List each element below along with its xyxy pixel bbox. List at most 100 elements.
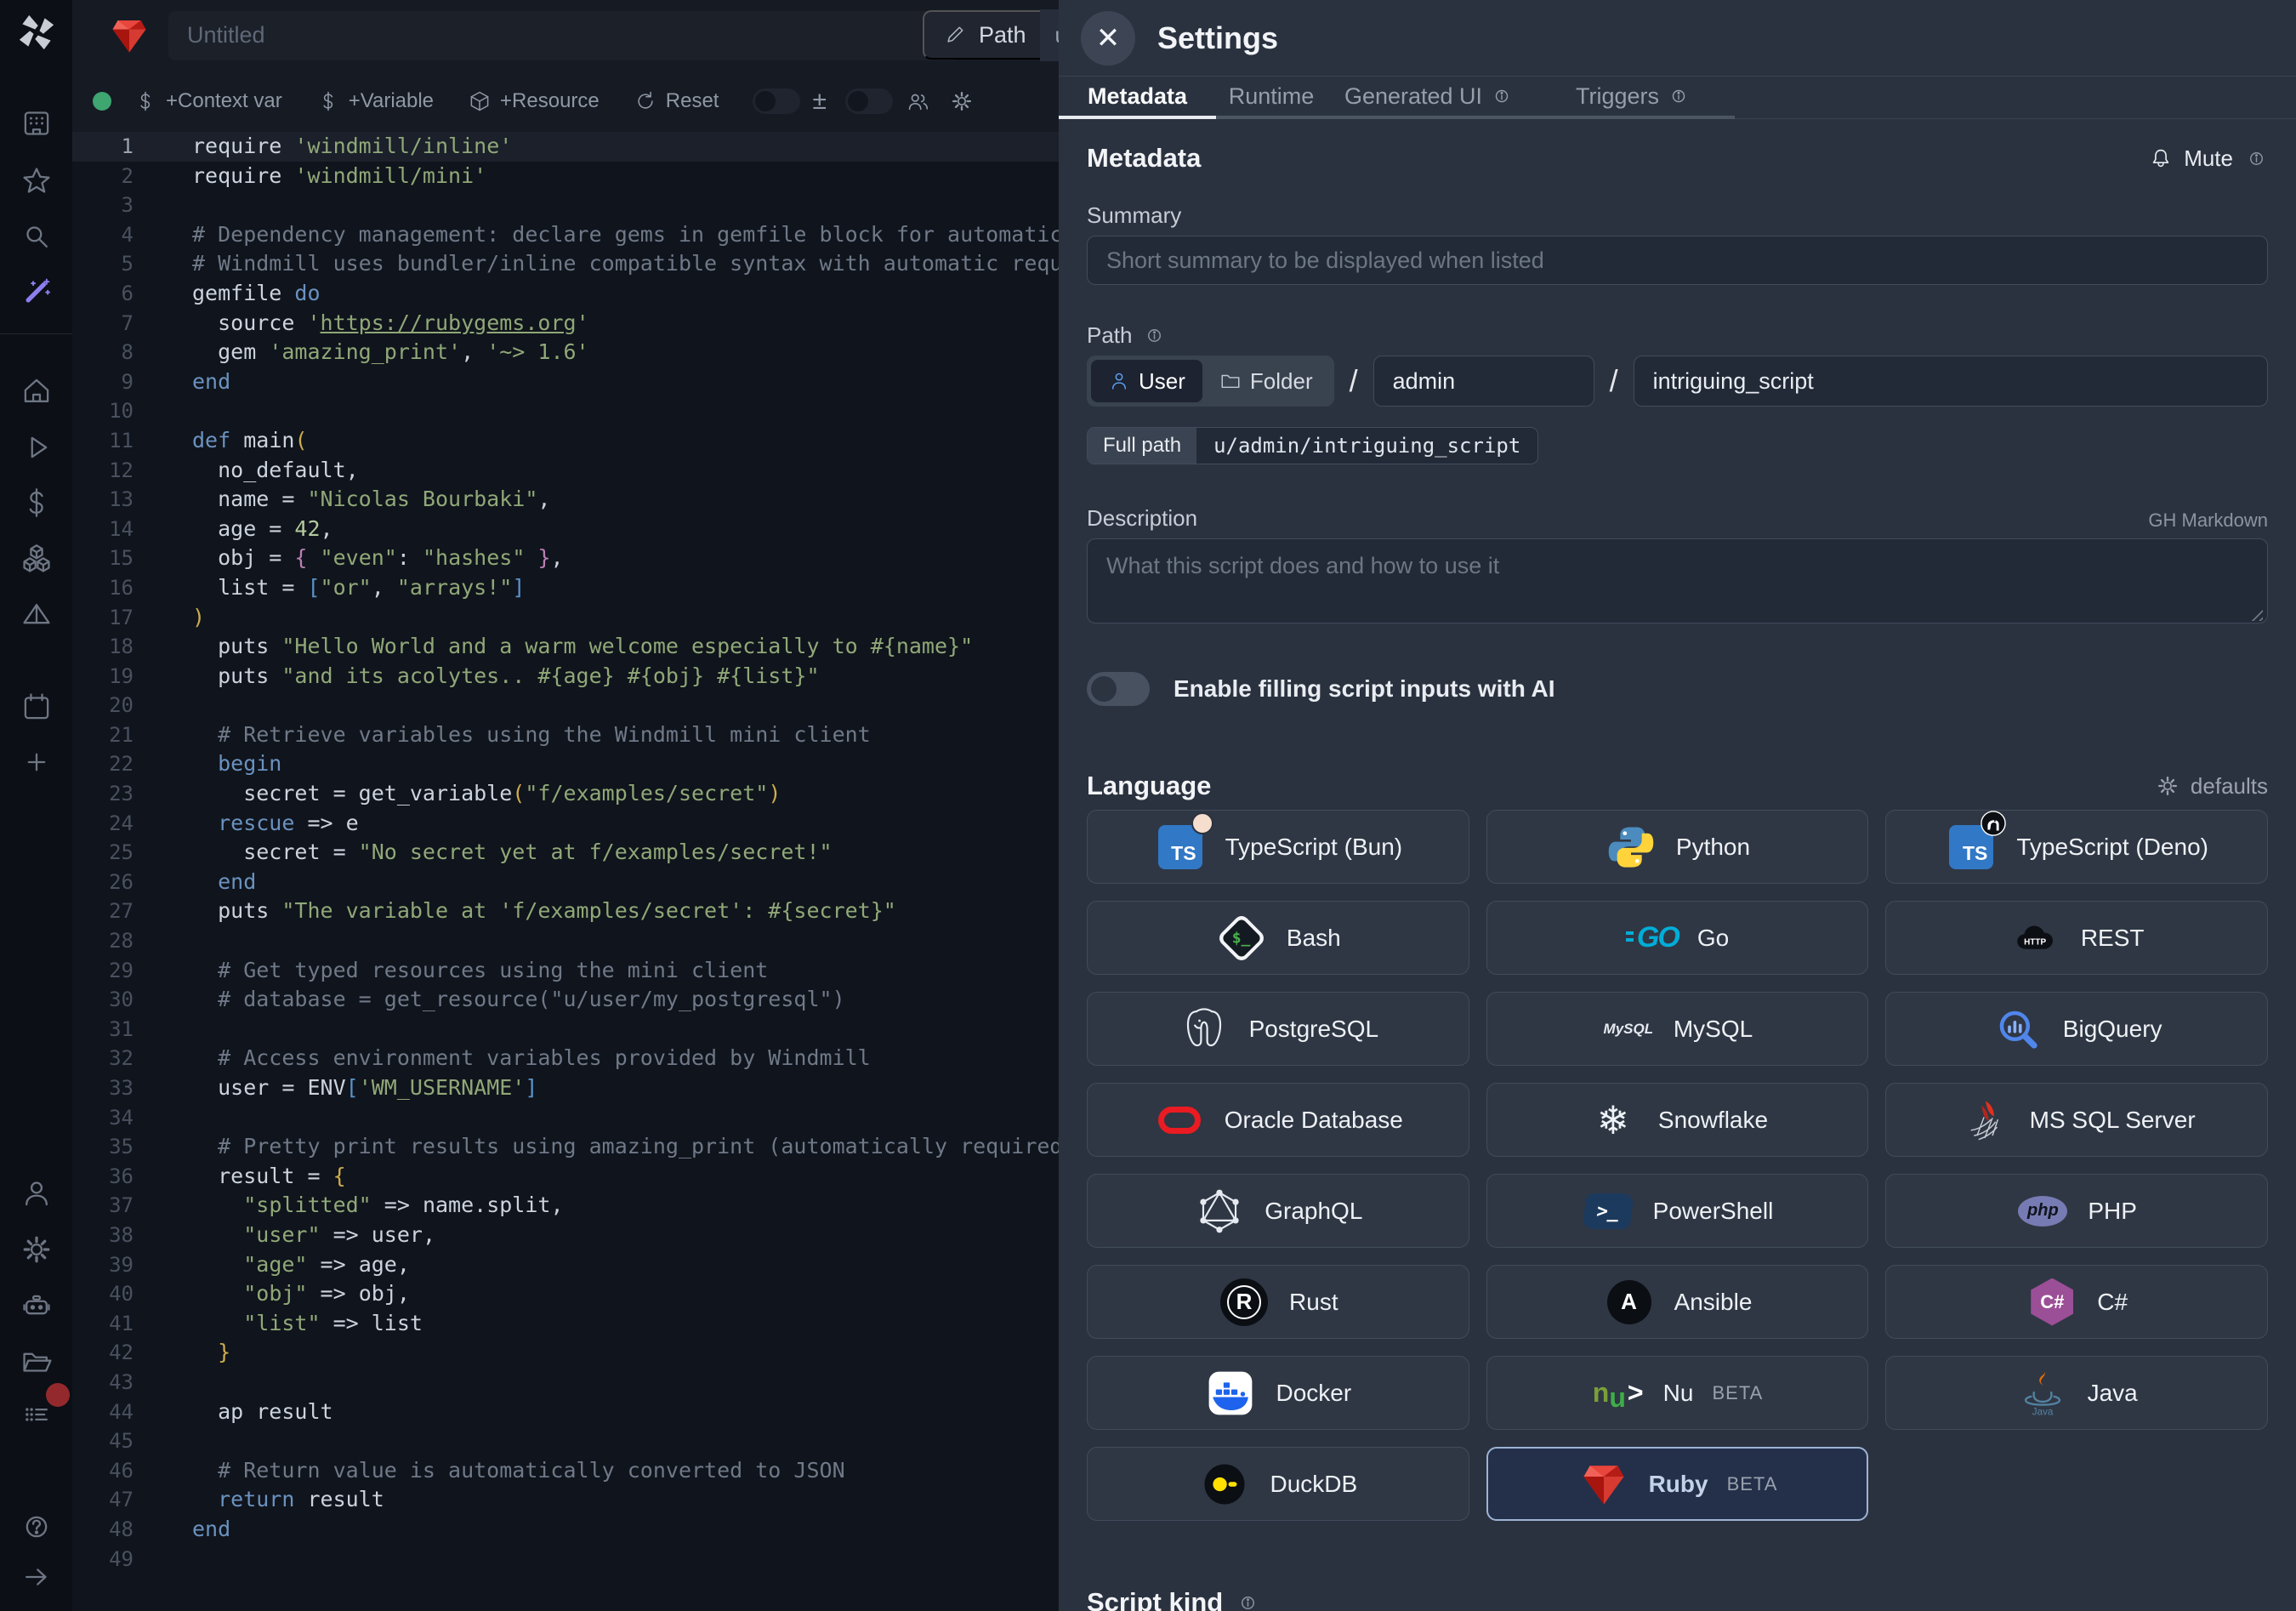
code-line[interactable]: 13 name = "Nicolas Bourbaki", bbox=[72, 485, 1059, 515]
tab-metadata[interactable]: Metadata bbox=[1059, 77, 1216, 119]
code-line[interactable]: 23 secret = get_variable("f/examples/sec… bbox=[72, 779, 1059, 809]
language-card-powershell[interactable]: >_PowerShell bbox=[1486, 1174, 1869, 1248]
code-line[interactable]: 2require 'windmill/mini' bbox=[72, 162, 1059, 191]
code-line[interactable]: 36 result = { bbox=[72, 1162, 1059, 1192]
play-icon[interactable] bbox=[17, 428, 56, 467]
robot-icon[interactable] bbox=[17, 1286, 56, 1325]
magic-wand-icon[interactable] bbox=[17, 272, 56, 311]
cubes-icon[interactable] bbox=[17, 539, 56, 578]
add-context-var-button[interactable]: +Context var bbox=[134, 89, 282, 113]
code-line[interactable]: 40 "obj" => obj, bbox=[72, 1279, 1059, 1309]
code-line[interactable]: 37 "splitted" => name.split, bbox=[72, 1191, 1059, 1221]
calendar-icon[interactable] bbox=[17, 687, 56, 726]
code-line[interactable]: 49 bbox=[72, 1545, 1059, 1574]
user-icon[interactable] bbox=[17, 1174, 56, 1213]
people-icon[interactable] bbox=[905, 88, 930, 114]
building-icon[interactable] bbox=[17, 104, 56, 143]
code-line[interactable]: 35 # Pretty print results using amazing_… bbox=[72, 1132, 1059, 1162]
editor-settings-gear-icon[interactable] bbox=[949, 88, 975, 114]
code-line[interactable]: 12 no_default, bbox=[72, 456, 1059, 486]
description-textarea[interactable] bbox=[1087, 538, 2268, 623]
list-icon[interactable] bbox=[17, 1395, 56, 1434]
code-line[interactable]: 42 } bbox=[72, 1338, 1059, 1368]
language-card-docker[interactable]: Docker bbox=[1087, 1356, 1469, 1430]
tab-runtime[interactable]: Runtime bbox=[1216, 77, 1327, 119]
star-icon[interactable] bbox=[17, 162, 56, 201]
language-card-postgresql[interactable]: PostgreSQL bbox=[1087, 992, 1469, 1066]
code-line[interactable]: 6gemfile do bbox=[72, 279, 1059, 309]
language-card-graphql[interactable]: GraphQL bbox=[1087, 1174, 1469, 1248]
code-line[interactable]: 15 obj = { "even": "hashes" }, bbox=[72, 544, 1059, 573]
reset-button[interactable]: Reset bbox=[634, 89, 719, 113]
code-line[interactable]: 20 bbox=[72, 691, 1059, 720]
code-line[interactable]: 29 # Get typed resources using the mini … bbox=[72, 956, 1059, 986]
plus-icon[interactable] bbox=[17, 743, 56, 782]
search-icon[interactable] bbox=[17, 217, 56, 256]
owner-kind-user-button[interactable]: User bbox=[1091, 360, 1202, 402]
summary-input[interactable] bbox=[1087, 236, 2268, 285]
info-icon[interactable] bbox=[1143, 324, 1166, 347]
language-card-typescript-deno[interactable]: TSTypeScript (Deno) bbox=[1885, 810, 2268, 884]
language-card-bigquery[interactable]: BigQuery bbox=[1885, 992, 2268, 1066]
code-line[interactable]: 43 bbox=[72, 1368, 1059, 1398]
code-line[interactable]: 7 source 'https://rubygems.org' bbox=[72, 309, 1059, 339]
code-line[interactable]: 22 begin bbox=[72, 749, 1059, 779]
plus-minus-icon[interactable]: ± bbox=[812, 87, 826, 116]
code-line[interactable]: 9end bbox=[72, 367, 1059, 397]
code-line[interactable]: 16 list = ["or", "arrays!"] bbox=[72, 573, 1059, 603]
language-card-ruby[interactable]: RubyBETA bbox=[1486, 1447, 1869, 1521]
code-line[interactable]: 3 bbox=[72, 191, 1059, 220]
arrow-right-icon[interactable] bbox=[17, 1557, 56, 1597]
code-line[interactable]: 14 age = 42, bbox=[72, 515, 1059, 544]
multiplayer-toggle[interactable] bbox=[845, 88, 893, 114]
language-card-snowflake[interactable]: ❄Snowflake bbox=[1486, 1083, 1869, 1157]
language-card-rest[interactable]: HTTPREST bbox=[1885, 901, 2268, 975]
language-card-python[interactable]: Python bbox=[1486, 810, 1869, 884]
owner-kind-folder-button[interactable]: Folder bbox=[1202, 360, 1330, 402]
code-line[interactable]: 26 end bbox=[72, 868, 1059, 897]
code-line[interactable]: 44 ap result bbox=[72, 1398, 1059, 1427]
code-line[interactable]: 17) bbox=[72, 603, 1059, 633]
code-line[interactable]: 4# Dependency management: declare gems i… bbox=[72, 220, 1059, 250]
gear-icon[interactable] bbox=[17, 1230, 56, 1269]
add-variable-button[interactable]: +Variable bbox=[316, 89, 434, 113]
language-defaults-button[interactable]: defaults bbox=[2155, 773, 2268, 800]
dollar-icon[interactable] bbox=[17, 483, 56, 522]
folder-icon[interactable] bbox=[17, 1342, 56, 1381]
diff-toggle[interactable] bbox=[753, 88, 800, 114]
code-line[interactable]: 33 user = ENV['WM_USERNAME'] bbox=[72, 1073, 1059, 1103]
language-card-php[interactable]: phpPHP bbox=[1885, 1174, 2268, 1248]
code-line[interactable]: 25 secret = "No secret yet at f/examples… bbox=[72, 838, 1059, 868]
code-line[interactable]: 28 bbox=[72, 926, 1059, 956]
code-line[interactable]: 31 bbox=[72, 1015, 1059, 1045]
language-card-ansible[interactable]: AAnsible bbox=[1486, 1265, 1869, 1339]
path-owner-input[interactable] bbox=[1373, 356, 1594, 407]
code-line[interactable]: 18 puts "Hello World and a warm welcome … bbox=[72, 632, 1059, 662]
code-line[interactable]: 47 return result bbox=[72, 1485, 1059, 1515]
language-card-typescript-bun[interactable]: TSTypeScript (Bun) bbox=[1087, 810, 1469, 884]
language-card-rust[interactable]: RRust bbox=[1087, 1265, 1469, 1339]
language-card-duckdb[interactable]: DuckDB bbox=[1087, 1447, 1469, 1521]
windmill-logo-icon[interactable] bbox=[13, 9, 60, 56]
info-icon[interactable] bbox=[1236, 1591, 1259, 1611]
code-line[interactable]: 19 puts "and its acolytes.. #{age} #{obj… bbox=[72, 662, 1059, 692]
home-icon[interactable] bbox=[17, 372, 56, 411]
code-line[interactable]: 1require 'windmill/inline' bbox=[72, 132, 1059, 162]
language-card-go[interactable]: GOGo bbox=[1486, 901, 1869, 975]
code-line[interactable]: 8 gem 'amazing_print', '~> 1.6' bbox=[72, 338, 1059, 367]
language-card-nu[interactable]: nu>NuBETA bbox=[1486, 1356, 1869, 1430]
code-line[interactable]: 11def main( bbox=[72, 426, 1059, 456]
code-line[interactable]: 48end bbox=[72, 1515, 1059, 1545]
help-icon[interactable] bbox=[17, 1507, 56, 1546]
mute-button[interactable]: Mute bbox=[2148, 145, 2233, 172]
language-card-c[interactable]: C#C# bbox=[1885, 1265, 2268, 1339]
tab-generated-ui[interactable]: Generated UI bbox=[1327, 77, 1531, 119]
path-name-input[interactable] bbox=[1634, 356, 2268, 407]
code-line[interactable]: 41 "list" => list bbox=[72, 1309, 1059, 1339]
add-resource-button[interactable]: +Resource bbox=[468, 89, 600, 113]
code-line[interactable]: 21 # Retrieve variables using the Windmi… bbox=[72, 720, 1059, 750]
code-line[interactable]: 38 "user" => user, bbox=[72, 1221, 1059, 1250]
language-card-ms-sql-server[interactable]: MS SQL Server bbox=[1885, 1083, 2268, 1157]
pyramid-icon[interactable] bbox=[17, 595, 56, 635]
code-line[interactable]: 30 # database = get_resource("u/user/my_… bbox=[72, 985, 1059, 1015]
